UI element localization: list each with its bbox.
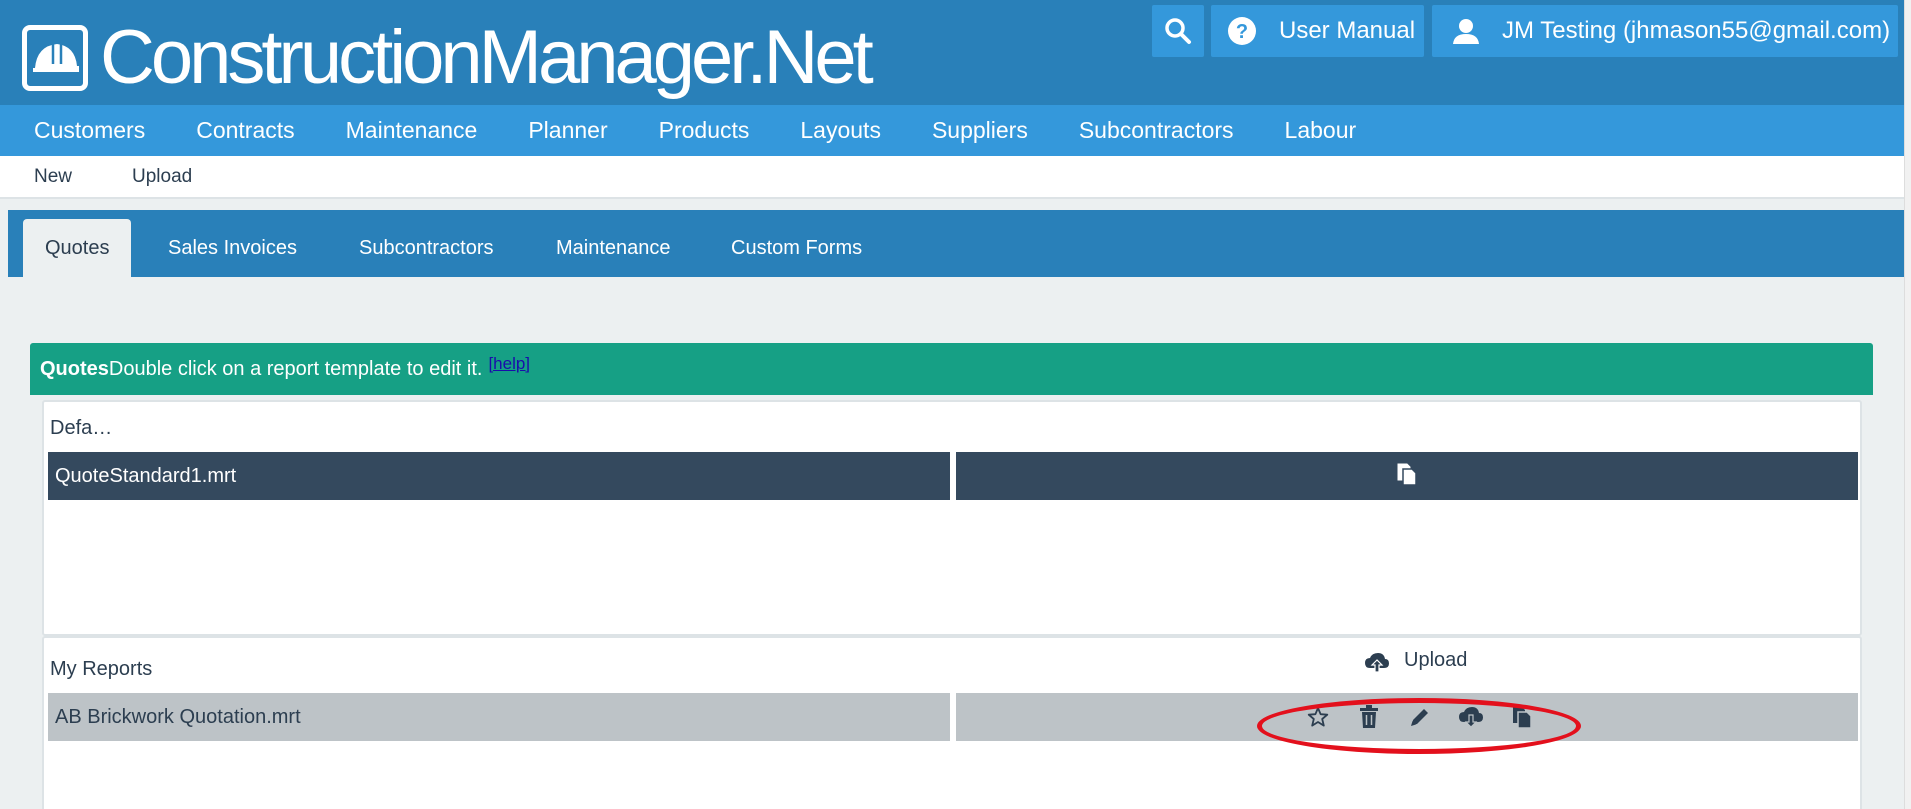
help-link[interactable]: [help]: [488, 354, 530, 374]
tab-sales-invoices[interactable]: Sales Invoices: [168, 219, 297, 277]
section-label-my-reports: My Reports: [50, 658, 153, 680]
star-icon[interactable]: [1292, 706, 1343, 728]
nav-item-contracts[interactable]: Contracts: [196, 117, 294, 144]
app-header: ConstructionManager.Net ? User Manual JM…: [0, 0, 1904, 105]
report-row-actions: [956, 693, 1858, 741]
main-nav: Customers Contracts Maintenance Planner …: [0, 105, 1904, 156]
user-account-label: JM Testing (jhmason55@gmail.com): [1502, 17, 1891, 44]
user-icon: [1452, 17, 1480, 45]
upload-label: Upload: [1404, 648, 1468, 671]
cloud-download-icon[interactable]: [1445, 706, 1496, 728]
default-reports-section: Defa… QuoteStandard1.mrt: [42, 400, 1862, 636]
question-circle-icon: ?: [1227, 16, 1257, 46]
user-manual-button[interactable]: ? User Manual: [1211, 5, 1424, 57]
user-account-button[interactable]: JM Testing (jhmason55@gmail.com): [1432, 5, 1898, 57]
search-button[interactable]: [1152, 5, 1204, 57]
section-label-default: Defa…: [50, 417, 113, 439]
report-row-name[interactable]: AB Brickwork Quotation.mrt: [48, 693, 950, 741]
logo-text: ConstructionManager.Net: [100, 15, 874, 100]
nav-item-planner[interactable]: Planner: [528, 117, 607, 144]
tab-subcontractors[interactable]: Subcontractors: [359, 219, 494, 277]
my-reports-section: My Reports Upload AB Brickwork Quotation…: [42, 636, 1862, 809]
nav-item-products[interactable]: Products: [659, 117, 750, 144]
panel-title: Quotes: [40, 357, 109, 380]
nav-item-customers[interactable]: Customers: [34, 117, 145, 144]
subnav-upload[interactable]: Upload: [132, 166, 192, 188]
user-manual-label: User Manual: [1279, 17, 1416, 44]
nav-item-suppliers[interactable]: Suppliers: [932, 117, 1028, 144]
cloud-upload-icon: [1364, 652, 1390, 680]
nav-item-labour[interactable]: Labour: [1285, 117, 1357, 144]
upload-report-link[interactable]: Upload: [1364, 648, 1468, 680]
nav-item-layouts[interactable]: Layouts: [800, 117, 881, 144]
report-row-name[interactable]: QuoteStandard1.mrt: [48, 452, 950, 500]
nav-item-maintenance[interactable]: Maintenance: [346, 117, 478, 144]
trash-icon[interactable]: [1343, 705, 1394, 729]
panel-instruction: Double click on a report template to edi…: [108, 357, 483, 380]
report-row-actions: [956, 452, 1858, 500]
copy-icon[interactable]: [1496, 705, 1547, 729]
copy-icon[interactable]: [1396, 462, 1418, 491]
panel-body: Defa… QuoteStandard1.mrt My Reports Uplo…: [30, 395, 1873, 809]
hardhat-icon: [22, 25, 88, 91]
nav-item-subcontractors[interactable]: Subcontractors: [1079, 117, 1234, 144]
subnav-new[interactable]: New: [34, 166, 72, 188]
sub-nav: New Upload: [0, 156, 1904, 199]
report-action-group: [1292, 693, 1547, 741]
pencil-icon[interactable]: [1394, 706, 1445, 728]
svg-text:?: ?: [1236, 21, 1248, 43]
page-scrollbar[interactable]: [1904, 0, 1911, 809]
app-logo[interactable]: ConstructionManager.Net: [22, 15, 874, 100]
tab-quotes[interactable]: Quotes: [23, 219, 132, 277]
search-icon: [1164, 17, 1192, 45]
tab-bar: Quotes Sales Invoices Subcontractors Mai…: [8, 210, 1904, 277]
tab-custom-forms[interactable]: Custom Forms: [731, 219, 862, 277]
panel-header: Quotes Double click on a report template …: [30, 343, 1873, 395]
tab-maintenance[interactable]: Maintenance: [556, 219, 671, 277]
